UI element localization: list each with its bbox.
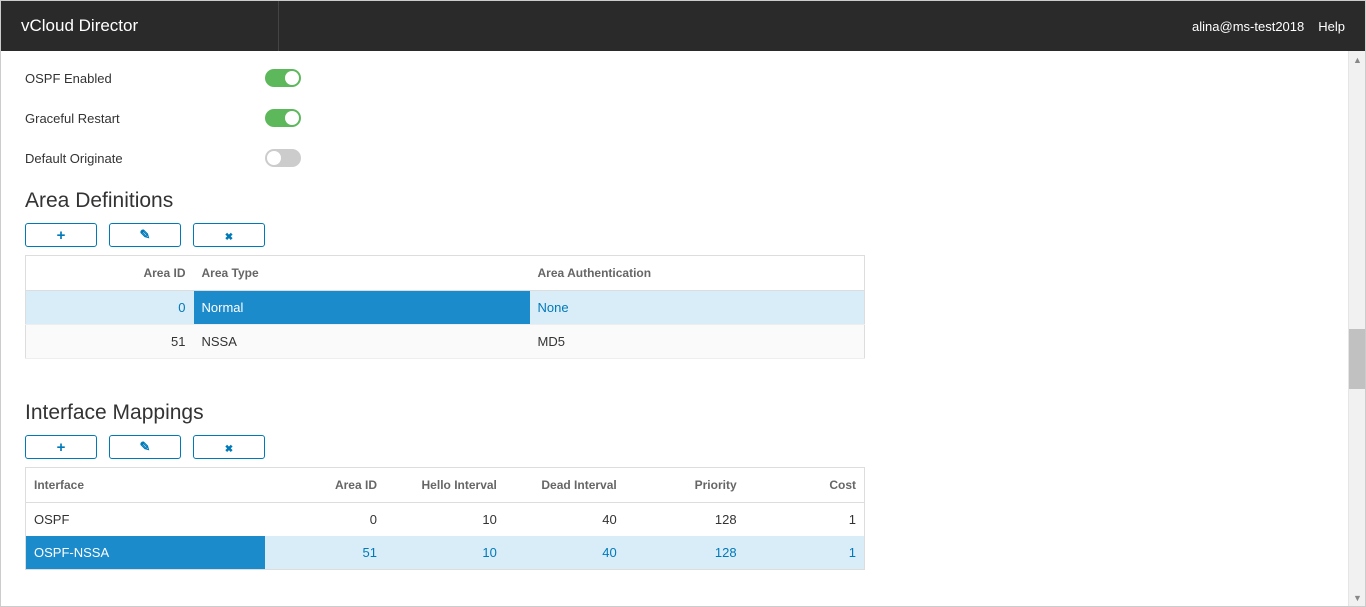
table-row[interactable]: OSPF-NSSA 51 10 40 128 1 <box>26 536 865 570</box>
area-edit-button[interactable] <box>109 223 181 247</box>
cell-interface: OSPF-NSSA <box>26 536 266 570</box>
col-area-type[interactable]: Area Type <box>194 256 530 291</box>
interface-mappings-title: Interface Mappings <box>25 401 1341 425</box>
content-area: OSPF Enabled Graceful Restart Default Or… <box>1 51 1365 606</box>
col-area-id[interactable]: Area ID <box>265 468 385 503</box>
default-originate-label: Default Originate <box>25 151 265 166</box>
area-definitions-title: Area Definitions <box>25 189 1341 213</box>
cell-area-auth: MD5 <box>530 325 865 359</box>
col-hello[interactable]: Hello Interval <box>385 468 505 503</box>
col-area-id[interactable]: Area ID <box>26 256 194 291</box>
pencil-icon <box>140 439 151 455</box>
cell-priority: 128 <box>625 503 745 537</box>
table-row[interactable]: 51 NSSA MD5 <box>26 325 865 359</box>
ospf-enabled-label: OSPF Enabled <box>25 71 265 86</box>
cell-area-id: 0 <box>265 503 385 537</box>
cell-cost: 1 <box>745 503 865 537</box>
col-priority[interactable]: Priority <box>625 468 745 503</box>
interface-add-button[interactable] <box>25 435 97 459</box>
plus-icon <box>57 439 66 456</box>
cell-dead: 40 <box>505 536 625 570</box>
graceful-restart-toggle[interactable] <box>265 109 301 127</box>
graceful-restart-label: Graceful Restart <box>25 111 265 126</box>
col-cost[interactable]: Cost <box>745 468 865 503</box>
cell-area-type: NSSA <box>194 325 530 359</box>
ospf-enabled-toggle[interactable] <box>265 69 301 87</box>
cell-area-type: Normal <box>194 291 530 325</box>
x-icon <box>225 228 233 243</box>
cell-dead: 40 <box>505 503 625 537</box>
col-interface[interactable]: Interface <box>26 468 266 503</box>
cell-hello: 10 <box>385 536 505 570</box>
scroll-thumb[interactable] <box>1349 329 1365 389</box>
scroll-up-icon[interactable]: ▲ <box>1349 51 1366 68</box>
cell-hello: 10 <box>385 503 505 537</box>
interface-mappings-table: Interface Area ID Hello Interval Dead In… <box>25 467 865 570</box>
default-originate-toggle[interactable] <box>265 149 301 167</box>
table-row[interactable]: OSPF 0 10 40 128 1 <box>26 503 865 537</box>
x-icon <box>225 440 233 455</box>
user-link[interactable]: alina@ms-test2018 <box>1192 19 1304 34</box>
scroll-down-icon[interactable]: ▼ <box>1349 589 1366 606</box>
table-row[interactable]: 0 Normal None <box>26 291 865 325</box>
cell-interface: OSPF <box>26 503 266 537</box>
area-definitions-table: Area ID Area Type Area Authentication 0 … <box>25 255 865 359</box>
vertical-scrollbar[interactable]: ▲ ▼ <box>1348 51 1365 606</box>
help-link[interactable]: Help <box>1318 19 1345 34</box>
area-add-button[interactable] <box>25 223 97 247</box>
plus-icon <box>57 227 66 244</box>
cell-area-id: 51 <box>26 325 194 359</box>
cell-area-id: 0 <box>26 291 194 325</box>
interface-edit-button[interactable] <box>109 435 181 459</box>
col-dead[interactable]: Dead Interval <box>505 468 625 503</box>
divider <box>278 1 279 51</box>
pencil-icon <box>140 227 151 243</box>
col-area-auth[interactable]: Area Authentication <box>530 256 865 291</box>
cell-cost: 1 <box>745 536 865 570</box>
cell-area-auth: None <box>530 291 865 325</box>
cell-priority: 128 <box>625 536 745 570</box>
top-bar: vCloud Director alina@ms-test2018 Help <box>1 1 1365 51</box>
cell-area-id: 51 <box>265 536 385 570</box>
area-delete-button[interactable] <box>193 223 265 247</box>
interface-delete-button[interactable] <box>193 435 265 459</box>
app-title: vCloud Director <box>21 16 138 36</box>
